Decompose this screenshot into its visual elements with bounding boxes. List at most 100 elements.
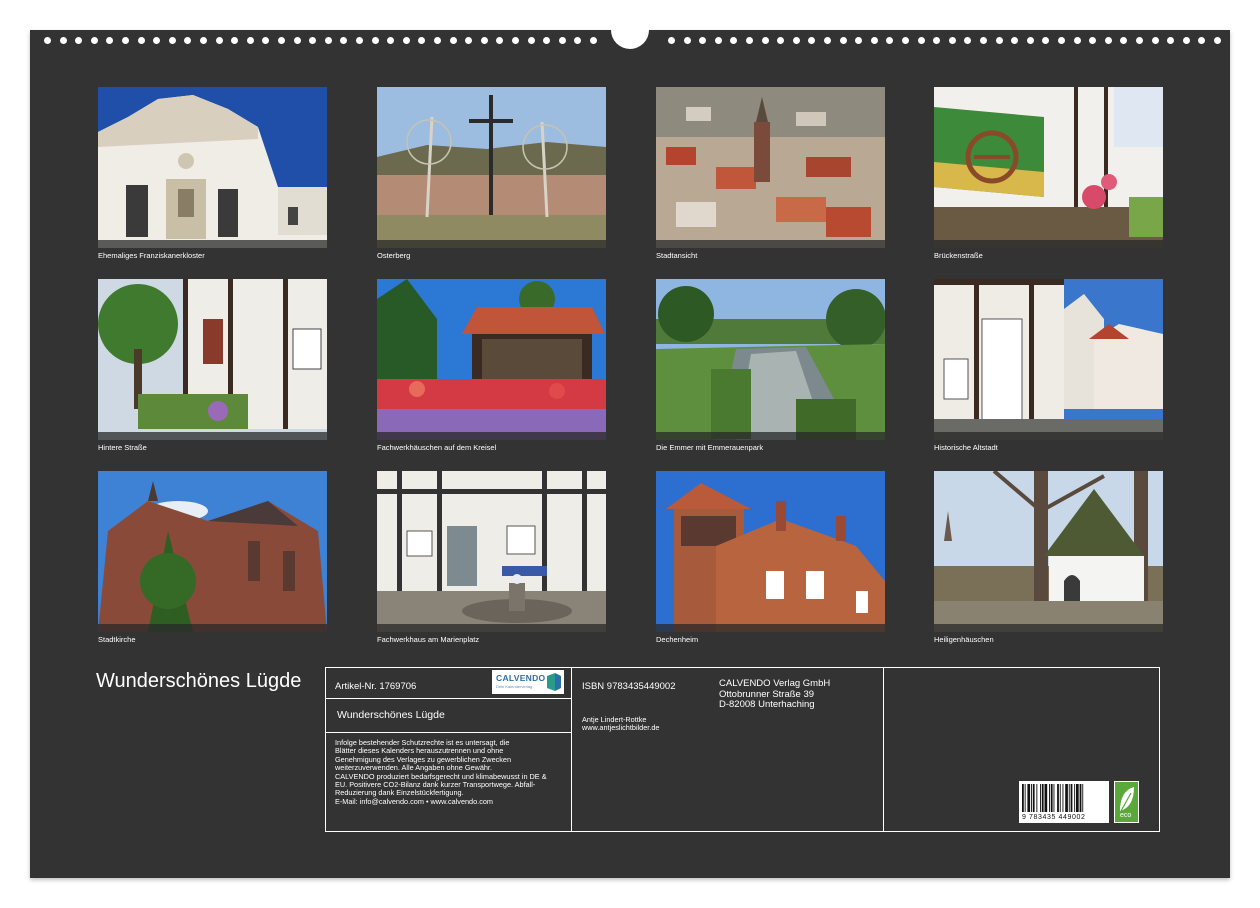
binding-hole	[777, 37, 785, 44]
binding-hole	[262, 37, 270, 44]
caption-january: Ehemaliges Franziskanerkloster	[98, 251, 205, 260]
binding-hole	[309, 37, 317, 44]
binding-hole	[1089, 37, 1097, 44]
barcode-digits: 9 783435 449002	[1022, 814, 1086, 821]
binding-hole	[590, 37, 597, 44]
binding-hole	[1026, 37, 1034, 44]
binding-hole	[371, 37, 379, 44]
binding-hole	[324, 37, 332, 44]
photo-july	[656, 279, 885, 440]
binding-hole	[387, 37, 395, 44]
binding-hole	[215, 37, 223, 44]
binding-hole	[496, 37, 504, 44]
binding-hole	[1073, 37, 1081, 44]
caption-april: Brückenstraße	[934, 251, 983, 260]
binding-hole	[1120, 37, 1128, 44]
caption-october: Fachwerkhaus am Marienplatz	[377, 635, 480, 644]
binding-hole	[683, 37, 691, 44]
binding-hole	[964, 37, 972, 44]
binding-hole	[59, 37, 67, 44]
binding-hole	[106, 37, 114, 44]
month-strip	[377, 624, 606, 632]
isbn: ISBN 9783435449002	[582, 681, 676, 692]
calendar-sheet: Ehemaliges Franziskanerkloster Osterberg	[30, 28, 1230, 878]
binding-hole	[340, 37, 348, 44]
binding-hole	[917, 37, 925, 44]
binding-hole	[1214, 37, 1221, 44]
caption-december: Heiligenhäuschen	[934, 635, 994, 644]
caption-june: Fachwerkhäuschen auf dem Kreisel	[377, 443, 497, 452]
calendar-title: Wunderschönes Lügde	[96, 670, 302, 692]
isbn-barcode: 9 783435 449002	[1019, 781, 1109, 823]
binding-hole	[293, 37, 301, 44]
binding-hole	[933, 37, 941, 44]
binding-hole	[761, 37, 769, 44]
binding-hole	[792, 37, 800, 44]
caption-july: Die Emmer mit Emmerauenpark	[656, 443, 764, 452]
binding-hole	[824, 37, 831, 44]
binding-hole	[1151, 37, 1159, 44]
binding-hole	[480, 37, 488, 44]
binding-hole	[246, 37, 254, 44]
binding-hole	[512, 37, 519, 44]
eco-label: eco	[1120, 812, 1132, 819]
binding-hole	[184, 37, 192, 44]
calvendo-logo: CALVENDO Dein Kalenderverlag	[492, 670, 564, 694]
month-strip	[656, 432, 885, 440]
caption-may: Hintere Straße	[98, 443, 147, 452]
month-strip	[656, 240, 885, 248]
binding-hole	[90, 37, 98, 44]
binding-hole	[746, 37, 753, 44]
binding-hole	[855, 37, 863, 44]
month-strip	[377, 240, 606, 248]
binding-hole	[730, 37, 738, 44]
binding-hole	[699, 37, 707, 44]
barcode-bars-icon	[1022, 784, 1084, 812]
month-strip	[98, 432, 327, 440]
month-strip	[934, 432, 1163, 440]
binding-hole	[1136, 37, 1143, 44]
binding-hole	[995, 37, 1003, 44]
binding-hole	[886, 37, 894, 44]
caption-august: Historische Altstadt	[934, 443, 998, 452]
binding-hole	[527, 37, 535, 44]
photo-august	[934, 279, 1163, 440]
binding-hole	[948, 37, 956, 44]
binding-hole	[122, 37, 129, 44]
photo-may	[98, 279, 327, 440]
month-strip	[377, 432, 606, 440]
photo-december	[934, 471, 1163, 632]
binding-hole	[714, 37, 722, 44]
publisher-address: CALVENDO Verlag GmbH Ottobrunner Straße …	[719, 678, 831, 710]
photo-april	[934, 87, 1163, 248]
binding-hole	[153, 37, 161, 44]
month-strip	[656, 624, 885, 632]
binding-hole	[1198, 37, 1206, 44]
binding-hole	[75, 37, 83, 44]
binding-hole	[168, 37, 176, 44]
caption-september: Stadtkirche	[98, 635, 136, 644]
caption-november: Dechenheim	[656, 635, 699, 644]
caption-march: Stadtansicht	[656, 251, 698, 260]
binding-hole	[870, 37, 878, 44]
month-strip	[934, 240, 1163, 248]
photo-march	[656, 87, 885, 248]
binding-hole	[839, 37, 847, 44]
binding-hole	[574, 37, 582, 44]
binding-hole	[902, 37, 909, 44]
article-number: Artikel-Nr. 1769706	[335, 681, 417, 692]
binding-hole	[278, 37, 285, 44]
binding-hole	[44, 37, 51, 44]
binding-hole	[418, 37, 426, 44]
photo-june	[377, 279, 606, 440]
binding-hole	[558, 37, 566, 44]
caption-february: Osterberg	[377, 251, 411, 260]
binding-hole	[465, 37, 473, 44]
binding-hole	[402, 37, 410, 44]
photo-november	[656, 471, 885, 632]
month-strip	[934, 624, 1163, 632]
binding-hole	[231, 37, 239, 44]
binding-hole	[356, 37, 363, 44]
binding-hole	[200, 37, 207, 44]
legal-notice: Infolge bestehender Schutzrechte ist es …	[335, 738, 547, 806]
